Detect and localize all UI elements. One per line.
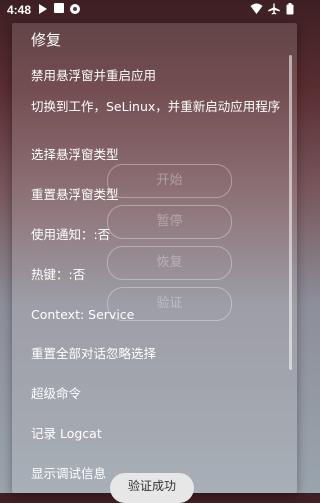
notification-icon bbox=[54, 3, 64, 13]
menu-item-super-command[interactable]: 超级命令 bbox=[31, 385, 283, 403]
airplane-icon bbox=[268, 3, 280, 15]
menu-scrollbar[interactable] bbox=[289, 55, 292, 370]
menu-item-reset-float-type[interactable]: 重置悬浮窗类型 bbox=[31, 186, 283, 204]
wifi-icon bbox=[250, 3, 263, 15]
repair-menu: 修复 禁用悬浮窗并重启应用 切换到工作，SeLinux，并重新启动应用程序 选择… bbox=[12, 23, 297, 493]
menu-title: 修复 bbox=[31, 31, 62, 49]
battery-icon bbox=[286, 3, 298, 15]
menu-item-disable-float-restart[interactable]: 禁用悬浮窗并重启应用 bbox=[31, 67, 283, 85]
status-time: 4:48 bbox=[7, 3, 32, 17]
status-bar: 4:48 bbox=[0, 0, 306, 20]
toast-message: 验证成功 bbox=[110, 473, 194, 503]
menu-item-switch-work-selinux[interactable]: 切换到工作，SeLinux，并重新启动应用程序 bbox=[31, 98, 283, 116]
menu-item-context[interactable]: Context: Service bbox=[31, 306, 283, 324]
menu-item-hotkey[interactable]: 热键：:否 bbox=[31, 266, 283, 284]
menu-item-use-notification[interactable]: 使用通知：:否 bbox=[31, 226, 283, 244]
menu-item-reset-dialog-ignore[interactable]: 重置全部对话忽略选择 bbox=[31, 345, 283, 363]
app-icon bbox=[69, 3, 81, 15]
menu-item-record-logcat[interactable]: 记录 Logcat bbox=[31, 425, 283, 443]
media-icon bbox=[37, 3, 49, 15]
menu-item-select-float-type[interactable]: 选择悬浮窗类型 bbox=[31, 146, 283, 164]
